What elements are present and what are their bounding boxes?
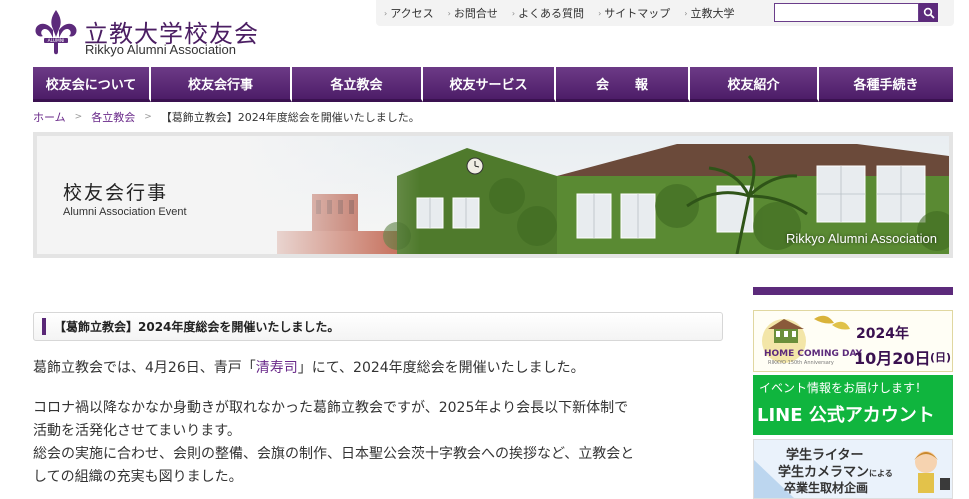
search-input[interactable]: [774, 3, 919, 22]
breadcrumb-current: 【葛飾立教会】2024年度総会を開催いたしました。: [160, 111, 420, 124]
nav-about[interactable]: 校友会について: [33, 67, 151, 102]
nav-services[interactable]: 校友サービス: [423, 67, 556, 102]
student-writer-banner[interactable]: 学生ライター 学生カメラマンによる 卒業生取材企画: [753, 439, 953, 499]
hero-caption: Rikkyo Alumni Association: [785, 231, 937, 246]
site-logo[interactable]: ALUMNI 立教大学校友会 Rikkyo Alumni Association: [33, 8, 273, 60]
chevron-right-icon: ›: [384, 8, 388, 18]
util-link-sitemap[interactable]: › サイトマップ: [598, 5, 670, 21]
global-nav: 校友会について 校友会行事 各立教会 校友サービス 会 報 校友紹介 各種手続き: [33, 67, 953, 102]
util-link-contact[interactable]: › お問合せ: [448, 5, 498, 21]
nav-bulletin[interactable]: 会 報: [556, 67, 690, 102]
fleur-de-lis-icon: ALUMNI: [35, 10, 77, 55]
chevron-right-icon: ›: [447, 8, 451, 18]
util-link-access[interactable]: › アクセス: [384, 5, 434, 21]
util-link-rikkyo-univ[interactable]: › 立教大学: [684, 5, 734, 21]
site-subtitle: Rikkyo Alumni Association: [85, 42, 237, 57]
post-paragraph-1: 葛飾立教会では、4月26日、青戸「清寿司」にて、2024年度総会を開催いたしまし…: [33, 360, 585, 376]
homecoming-day-banner[interactable]: HOME COMING DAY RIKKYO 150th Anniversary…: [753, 310, 953, 372]
util-link-faq[interactable]: › よくある質問: [512, 5, 584, 21]
writer-line3: 卒業生取材企画: [784, 481, 869, 495]
line-official-account-banner[interactable]: イベント情報をお届けします！ LINE 公式アカウント: [753, 375, 953, 435]
breadcrumb: ホーム > 各立教会 > 【葛飾立教会】2024年度総会を開催いたしました。: [33, 109, 420, 125]
restaurant-link[interactable]: 清寿司: [256, 360, 298, 376]
search-icon: [923, 7, 935, 19]
writer-line2: 学生カメラマンによる: [778, 465, 893, 480]
hero-banner: 校友会行事 Alumni Association Event Rikkyo Al…: [33, 132, 953, 258]
svg-text:ALUMNI: ALUMNI: [48, 38, 65, 44]
chevron-right-icon: >: [144, 112, 152, 122]
homecoming-tagline: RIKKYO 150th Anniversary: [768, 360, 834, 366]
hero-subtitle: Alumni Association Event: [63, 206, 187, 218]
nav-alumni-profiles[interactable]: 校友紹介: [690, 67, 819, 102]
homecoming-brand: HOME COMING DAY: [764, 349, 863, 359]
nav-branches[interactable]: 各立教会: [292, 67, 423, 102]
nav-procedures[interactable]: 各種手続き: [819, 67, 953, 102]
chevron-right-icon: ›: [598, 8, 602, 18]
breadcrumb-home[interactable]: ホーム: [33, 109, 66, 125]
line-banner-top-text: イベント情報をお届けします！: [759, 381, 928, 395]
nav-events[interactable]: 校友会行事: [151, 67, 292, 102]
line-banner-main-text: LINE 公式アカウント: [757, 405, 935, 426]
hero-title: 校友会行事: [63, 182, 169, 204]
chevron-right-icon: ›: [511, 8, 516, 18]
homecoming-year: 2024年: [856, 326, 909, 342]
post-paragraph-2: コロナ禍以降なかなか身動きが取れなかった葛飾立教会ですが、2025年より会長以下…: [33, 400, 635, 485]
post-title-box: 【葛飾立教会】2024年度総会を開催いたしました。: [33, 312, 723, 341]
search-button[interactable]: [919, 3, 938, 22]
breadcrumb-section[interactable]: 各立教会: [91, 109, 135, 125]
sidebar-accent-bar: [753, 287, 953, 295]
chevron-right-icon: ›: [684, 8, 688, 18]
homecoming-weekday: (日): [930, 351, 952, 364]
homecoming-date: 10月20日: [854, 349, 931, 368]
utility-nav: › アクセス › お問合せ › よくある質問 › サイトマップ › 立教大学: [376, 0, 954, 26]
title-accent-bar: [42, 318, 46, 335]
post-title: 【葛飾立教会】2024年度総会を開催いたしました。: [54, 320, 340, 334]
chevron-right-icon: >: [74, 112, 83, 122]
